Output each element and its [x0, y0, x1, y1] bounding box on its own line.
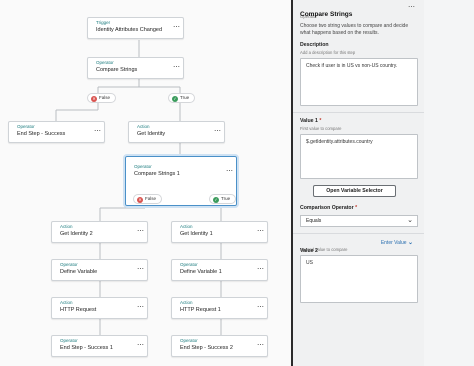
pill-label: False	[99, 95, 111, 100]
node-kind: Operator	[60, 338, 78, 343]
node-kind: Operator	[60, 262, 78, 267]
comparison-operator-label: Comparison Operator *	[300, 205, 358, 211]
ellipsis-icon[interactable]: ⋯	[257, 228, 264, 235]
node-kind: Operator	[180, 262, 198, 267]
x-circle-icon: ✕	[91, 96, 97, 102]
ellipsis-icon[interactable]: ⋯	[173, 24, 180, 31]
step-config-panel: Compare Strings ⋯ Operator Choose two st…	[293, 0, 424, 366]
enter-value-toggle[interactable]: Enter Value ⌄	[381, 239, 413, 246]
panel-title: Compare Strings	[300, 11, 353, 18]
value1-label: Value 1 *	[300, 118, 322, 124]
description-field[interactable]: Check if user is in US vs non-US country…	[300, 58, 418, 106]
chevron-down-icon: ⌄	[407, 217, 413, 224]
branch-true-pill[interactable]: ✓ True	[209, 194, 237, 204]
node-kind: Action	[137, 124, 150, 129]
ellipsis-icon[interactable]: ⋯	[173, 64, 180, 71]
ellipsis-icon[interactable]: ⋯	[137, 228, 144, 235]
workflow-node-define-variable[interactable]: Operator Define Variable ⋯	[51, 259, 148, 281]
description-label: Description	[300, 42, 329, 48]
pill-label: False	[145, 196, 157, 201]
ellipsis-icon[interactable]: ⋯	[94, 128, 101, 135]
x-circle-icon: ✕	[137, 197, 143, 203]
branch-true-pill[interactable]: ✓ True	[168, 93, 196, 103]
node-kind: Operator	[134, 164, 152, 169]
ellipsis-icon[interactable]: ⋯	[214, 128, 221, 135]
node-kind: Action	[180, 224, 193, 229]
workflow-node-compare-strings[interactable]: Operator Compare Strings ⋯	[87, 57, 184, 79]
node-name: Get Identity 2	[60, 231, 93, 237]
workflow-canvas[interactable]: Trigger Identity Attributes Changed ⋯ Op…	[0, 0, 291, 366]
comparison-operator-value: Equals	[306, 218, 322, 224]
node-name: End Step - Success	[17, 131, 66, 137]
check-circle-icon: ✓	[172, 96, 178, 102]
node-name: Get Identity 1	[180, 231, 213, 237]
workflow-node-get-identity-2[interactable]: Action Get Identity 2 ⋯	[51, 221, 148, 243]
check-circle-icon: ✓	[213, 197, 219, 203]
workflow-node-http-request-1[interactable]: Action HTTP Request 1 ⋯	[171, 297, 268, 319]
ellipsis-icon[interactable]: ⋯	[257, 342, 264, 349]
node-kind: Action	[60, 224, 73, 229]
node-name: Compare Strings	[96, 67, 138, 73]
node-name: Compare Strings 1	[134, 171, 180, 177]
node-name: End Step - Success 1	[60, 345, 113, 351]
workflow-node-end-step-success-2[interactable]: Operator End Step - Success 2 ⋯	[171, 335, 268, 357]
ellipsis-icon[interactable]: ⋯	[257, 304, 264, 311]
node-kind: Operator	[17, 124, 35, 129]
node-name: Define Variable	[60, 269, 98, 275]
pill-label: True	[180, 95, 190, 100]
node-name: HTTP Request	[60, 307, 97, 313]
node-kind: Operator	[180, 338, 198, 343]
ellipsis-icon[interactable]: ⋯	[226, 168, 233, 175]
background-area	[424, 0, 474, 366]
node-kind: Trigger	[96, 20, 111, 25]
workflow-node-get-identity-1[interactable]: Action Get Identity 1 ⋯	[171, 221, 268, 243]
pill-label: True	[221, 196, 231, 201]
ellipsis-icon[interactable]: ⋯	[137, 304, 144, 311]
ellipsis-icon[interactable]: ⋯	[137, 266, 144, 273]
value2-label: Value 2	[300, 248, 318, 254]
workflow-node-define-variable-1[interactable]: Operator Define Variable 1 ⋯	[171, 259, 268, 281]
value1-field[interactable]: $.getIdentity.attributes.country	[300, 134, 418, 179]
node-name: End Step - Success 2	[180, 345, 233, 351]
workflow-node-end-step-success[interactable]: Operator End Step - Success ⋯	[8, 121, 105, 143]
description-hint: Add a description for this step	[300, 50, 356, 55]
divider	[293, 233, 424, 234]
workflow-node-trigger[interactable]: Trigger Identity Attributes Changed ⋯	[87, 17, 184, 39]
value2-field[interactable]: US	[300, 255, 418, 303]
ellipsis-icon[interactable]: ⋯	[257, 266, 264, 273]
node-kind: Action	[180, 300, 193, 305]
node-kind: Action	[60, 300, 73, 305]
node-name: Define Variable 1	[180, 269, 222, 275]
panel-description-text: Choose two string values to compare and …	[300, 23, 409, 36]
branch-false-pill[interactable]: ✕ False	[133, 194, 163, 204]
open-variable-selector-button[interactable]: Open Variable Selector	[313, 185, 396, 197]
node-kind: Operator	[96, 60, 114, 65]
node-name: Identity Attributes Changed	[96, 27, 163, 33]
workflow-node-http-request[interactable]: Action HTTP Request ⋯	[51, 297, 148, 319]
ellipsis-icon[interactable]: ⋯	[408, 3, 415, 11]
node-name: HTTP Request 1	[180, 307, 221, 313]
node-name: Get Identity	[137, 131, 166, 137]
divider	[293, 112, 424, 113]
value1-hint: First value to compare	[300, 126, 342, 131]
branch-false-pill[interactable]: ✕ False	[87, 93, 117, 103]
chevron-down-icon: ⌄	[407, 240, 413, 246]
comparison-operator-select[interactable]: Equals ⌄	[300, 215, 418, 227]
ellipsis-icon[interactable]: ⋯	[137, 342, 144, 349]
workflow-node-end-step-success-1[interactable]: Operator End Step - Success 1 ⋯	[51, 335, 148, 357]
workflow-node-get-identity[interactable]: Action Get Identity ⋯	[128, 121, 225, 143]
